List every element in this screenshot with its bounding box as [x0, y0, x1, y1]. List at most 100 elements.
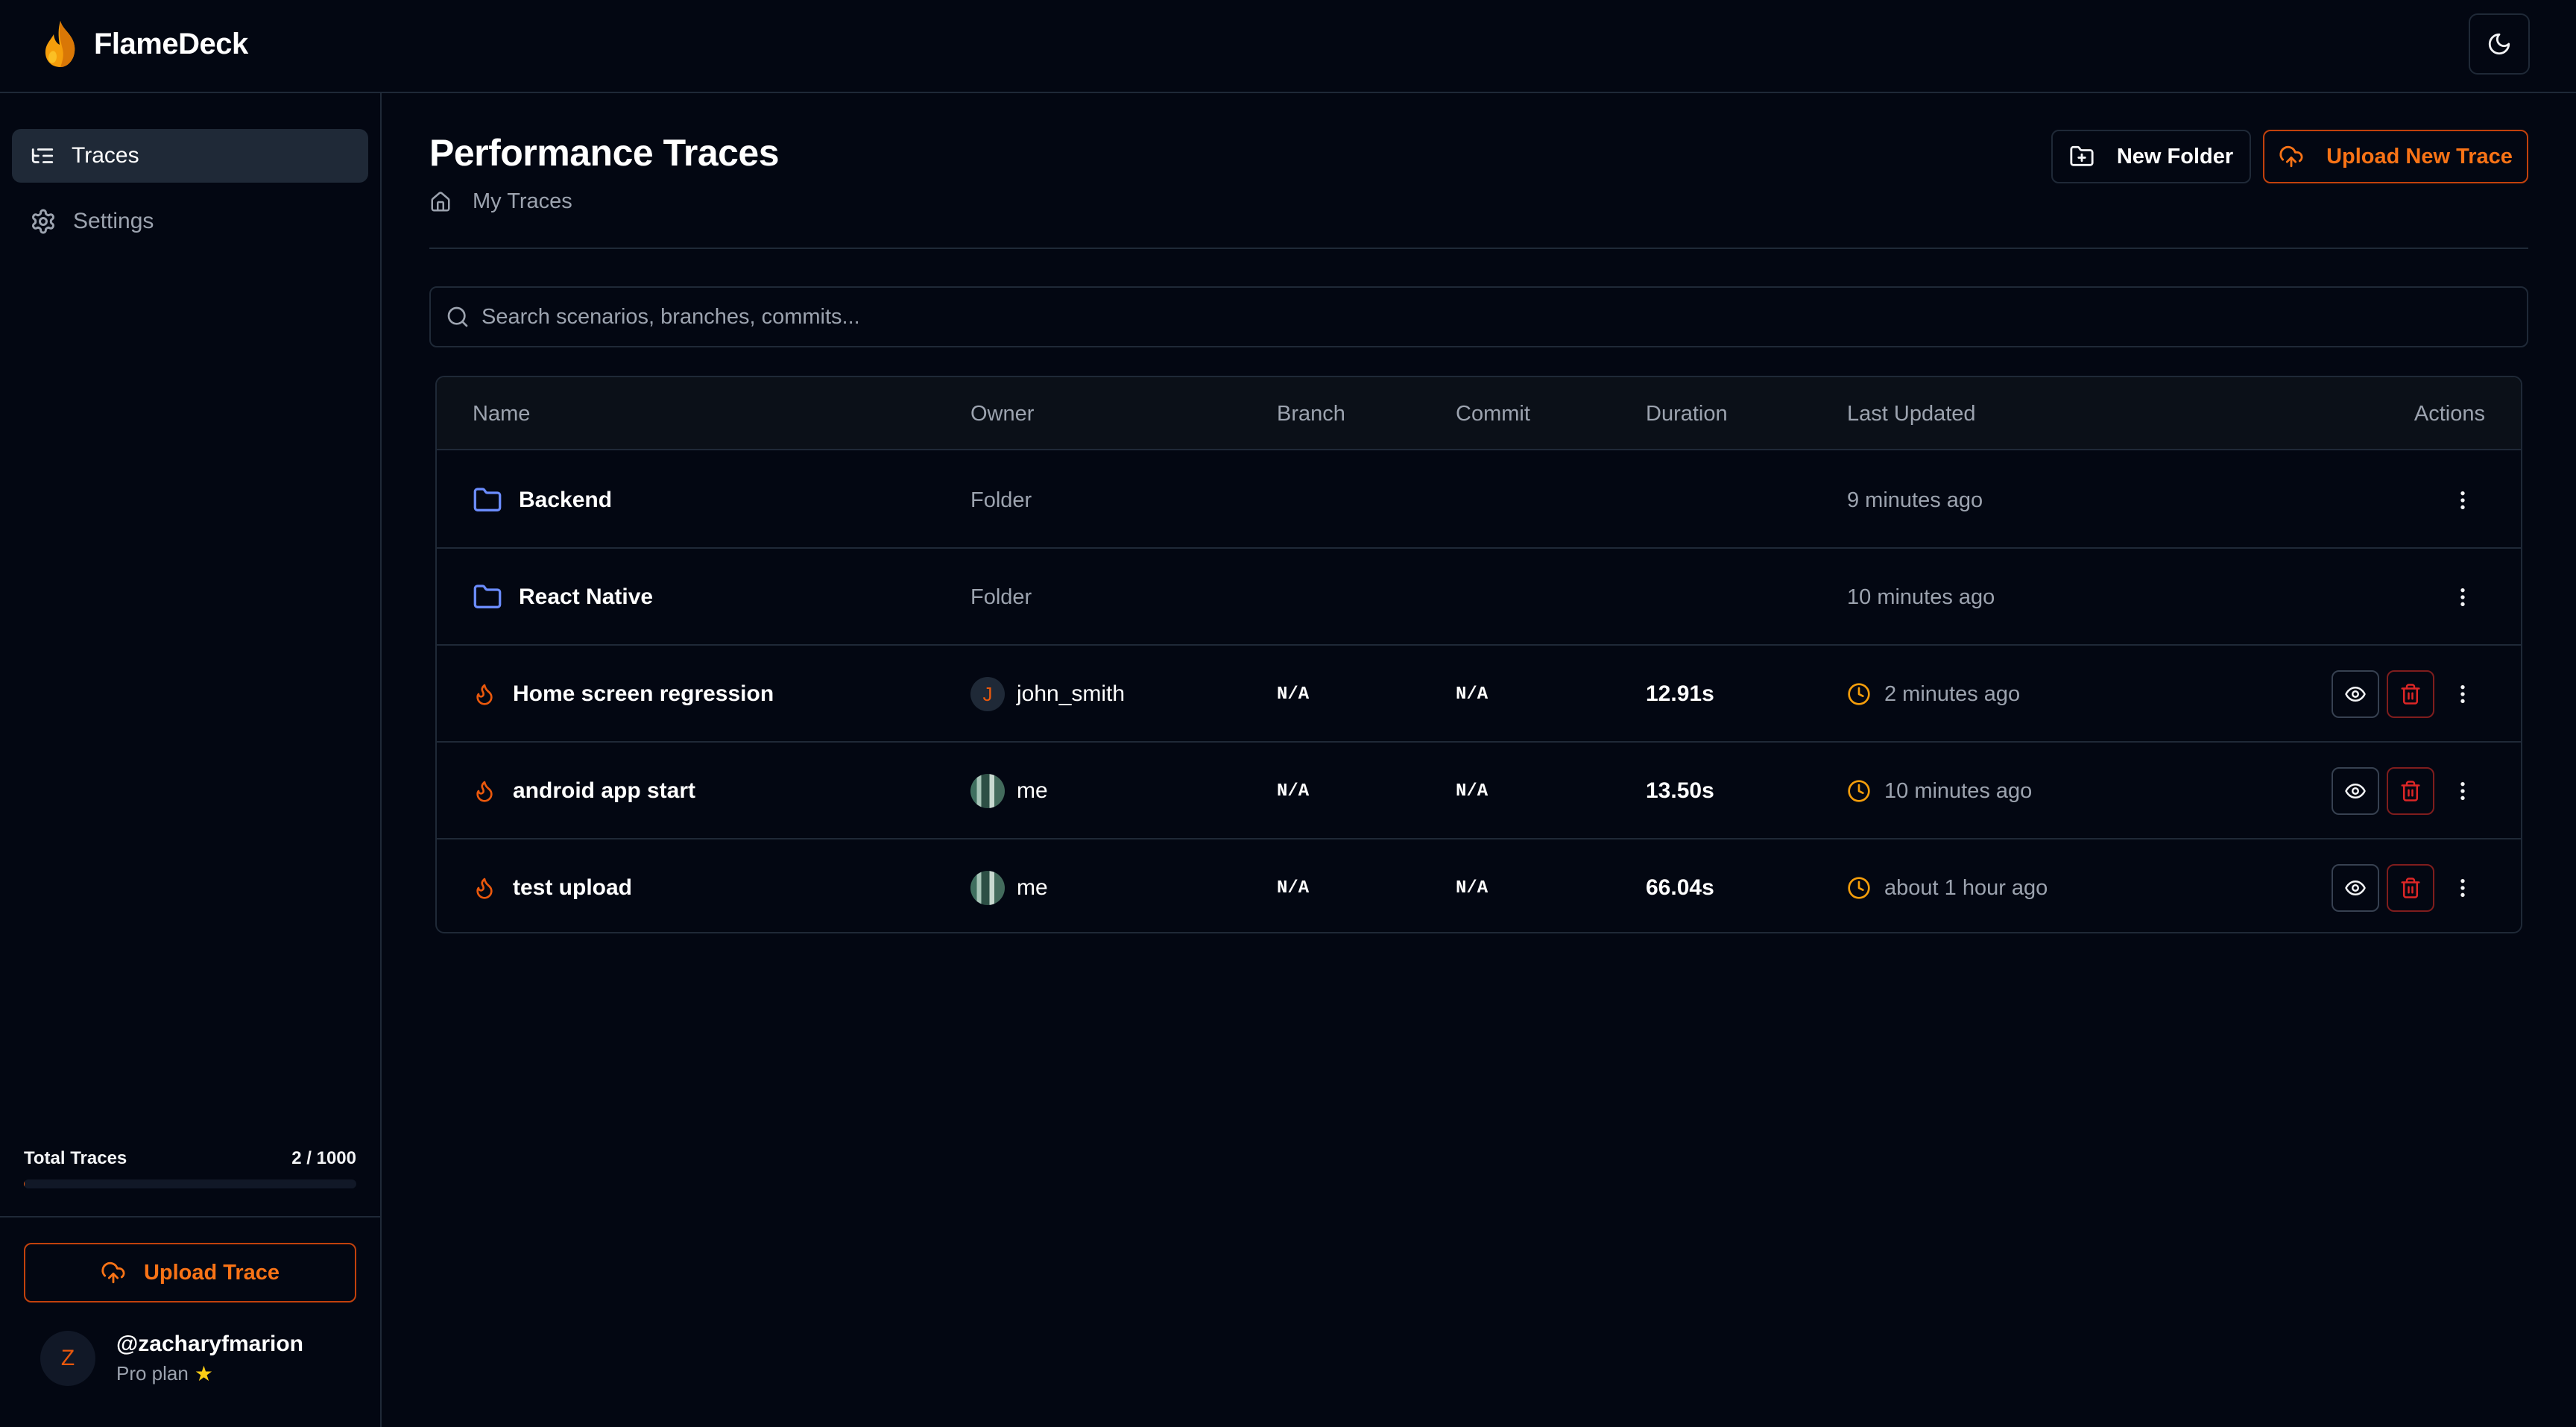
column-header-actions: Actions — [2414, 401, 2485, 426]
view-trace-button[interactable] — [2332, 767, 2379, 815]
flame-logo-icon — [45, 21, 75, 67]
user-handle: @zacharyfmarion — [116, 1331, 304, 1356]
name-cell[interactable]: React Native — [473, 549, 653, 646]
clock-icon — [1848, 683, 1870, 705]
view-trace-button[interactable] — [2332, 670, 2379, 718]
name-cell[interactable]: Backend — [473, 452, 612, 549]
column-header-duration[interactable]: Duration — [1646, 377, 1728, 450]
brand[interactable]: FlameDeck — [40, 19, 248, 69]
home-icon[interactable] — [429, 191, 452, 213]
table-row[interactable]: Home screen regression J john_smith N/A … — [437, 646, 2521, 743]
row-name: Home screen regression — [513, 681, 774, 706]
search-bar[interactable] — [429, 286, 2528, 347]
table-row[interactable]: android app start me N/A N/A 13.50s 10 m… — [437, 743, 2521, 839]
clock-icon — [1848, 877, 1870, 899]
header-divider — [429, 248, 2528, 249]
column-header-commit[interactable]: Commit — [1456, 377, 1530, 450]
sidebar-divider — [0, 1216, 380, 1217]
quota-label: Total Traces — [24, 1148, 127, 1168]
delete-trace-button[interactable] — [2387, 864, 2434, 912]
page-title: Performance Traces — [429, 132, 780, 174]
trash-icon — [2401, 878, 2420, 898]
new-folder-button[interactable]: New Folder — [2051, 130, 2251, 183]
owner-cell: me — [970, 743, 1048, 839]
branch-cell: N/A — [1277, 878, 1310, 898]
updated-text: 2 minutes ago — [1884, 681, 2021, 706]
column-header-branch[interactable]: Branch — [1277, 377, 1345, 450]
upload-new-trace-button[interactable]: Upload New Trace — [2263, 130, 2528, 183]
row-name: android app start — [513, 778, 696, 803]
owner-cell: Folder — [970, 585, 1032, 609]
column-header-name[interactable]: Name — [473, 377, 530, 450]
column-header-owner[interactable]: Owner — [970, 377, 1034, 450]
plan-label: Pro plan — [116, 1361, 189, 1385]
more-actions-button[interactable] — [2440, 672, 2485, 716]
user-profile[interactable]: Z @zacharyfmarion Pro plan ★ — [40, 1331, 303, 1386]
delete-trace-button[interactable] — [2387, 670, 2434, 718]
quota-value: 2 / 1000 — [291, 1148, 356, 1168]
table-row[interactable]: Backend Folder 9 minutes ago — [437, 452, 2521, 549]
gear-icon — [32, 209, 54, 234]
updated-text: 10 minutes ago — [1884, 778, 2033, 803]
folder-icon — [473, 585, 502, 608]
search-icon — [447, 306, 468, 327]
delete-trace-button[interactable] — [2387, 767, 2434, 815]
breadcrumb: My Traces — [429, 189, 572, 214]
breadcrumb-current[interactable]: My Traces — [473, 189, 572, 214]
cloud-upload-icon — [2279, 145, 2303, 168]
list-tree-icon — [31, 148, 54, 163]
owner-name: me — [1017, 875, 1048, 900]
row-name: React Native — [519, 585, 654, 609]
sidebar-item-settings[interactable]: Settings — [12, 195, 368, 248]
quota-progress-bar — [24, 1179, 356, 1188]
new-folder-label: New Folder — [2116, 144, 2234, 168]
eye-icon — [2345, 784, 2366, 798]
sidebar-item-label: Settings — [73, 209, 154, 233]
more-actions-button[interactable] — [2440, 866, 2485, 910]
name-cell[interactable]: test upload — [473, 839, 633, 932]
name-cell[interactable]: android app start — [473, 743, 695, 839]
duration-cell: 13.50s — [1646, 778, 1714, 803]
theme-toggle-button[interactable] — [2469, 13, 2530, 75]
owner-cell: J john_smith — [970, 646, 1125, 743]
trace-quota: Total Traces 2 / 1000 — [24, 1148, 356, 1188]
more-vertical-icon — [2460, 782, 2465, 800]
search-input[interactable] — [482, 304, 2527, 330]
sidebar-item-label: Traces — [72, 143, 139, 168]
top-bar: FlameDeck — [0, 0, 2576, 93]
flame-icon — [476, 878, 493, 899]
more-vertical-icon — [2460, 491, 2465, 509]
more-actions-button[interactable] — [2440, 575, 2485, 620]
table-row[interactable]: test upload me N/A N/A 66.04s about 1 ho… — [437, 839, 2521, 932]
name-cell[interactable]: Home screen regression — [473, 646, 774, 743]
flame-icon — [476, 684, 493, 705]
app-name: FlameDeck — [94, 27, 248, 60]
updated-cell: 9 minutes ago — [1847, 488, 1983, 512]
branch-cell: N/A — [1277, 684, 1310, 705]
branch-cell: N/A — [1277, 781, 1310, 801]
duration-cell: 12.91s — [1646, 681, 1714, 706]
duration-cell: 66.04s — [1646, 875, 1714, 900]
eye-icon — [2345, 881, 2366, 895]
owner-name: john_smith — [1017, 681, 1126, 706]
updated-text: about 1 hour ago — [1884, 875, 2048, 900]
table-row[interactable]: React Native Folder 10 minutes ago — [437, 549, 2521, 646]
more-actions-button[interactable] — [2440, 769, 2485, 813]
row-name: Backend — [519, 488, 613, 512]
view-trace-button[interactable] — [2332, 864, 2379, 912]
more-vertical-icon — [2460, 588, 2465, 606]
quota-progress-fill — [24, 1179, 25, 1188]
updated-cell: 2 minutes ago — [1847, 646, 2020, 743]
upload-trace-button[interactable]: Upload Trace — [24, 1243, 356, 1302]
star-icon: ★ — [194, 1361, 213, 1385]
more-actions-button[interactable] — [2440, 478, 2485, 523]
updated-cell: 10 minutes ago — [1847, 743, 2032, 839]
column-header-last-updated[interactable]: Last Updated — [1847, 377, 1976, 450]
upload-trace-label: Upload Trace — [143, 1260, 280, 1285]
owner-avatar — [970, 774, 1005, 808]
owner-name: me — [1017, 778, 1048, 803]
row-name: test upload — [513, 875, 633, 900]
sidebar-item-traces[interactable]: Traces — [12, 129, 368, 183]
table-header: Name Owner Branch Commit Duration Last U… — [437, 377, 2521, 450]
commit-cell: N/A — [1456, 684, 1489, 705]
